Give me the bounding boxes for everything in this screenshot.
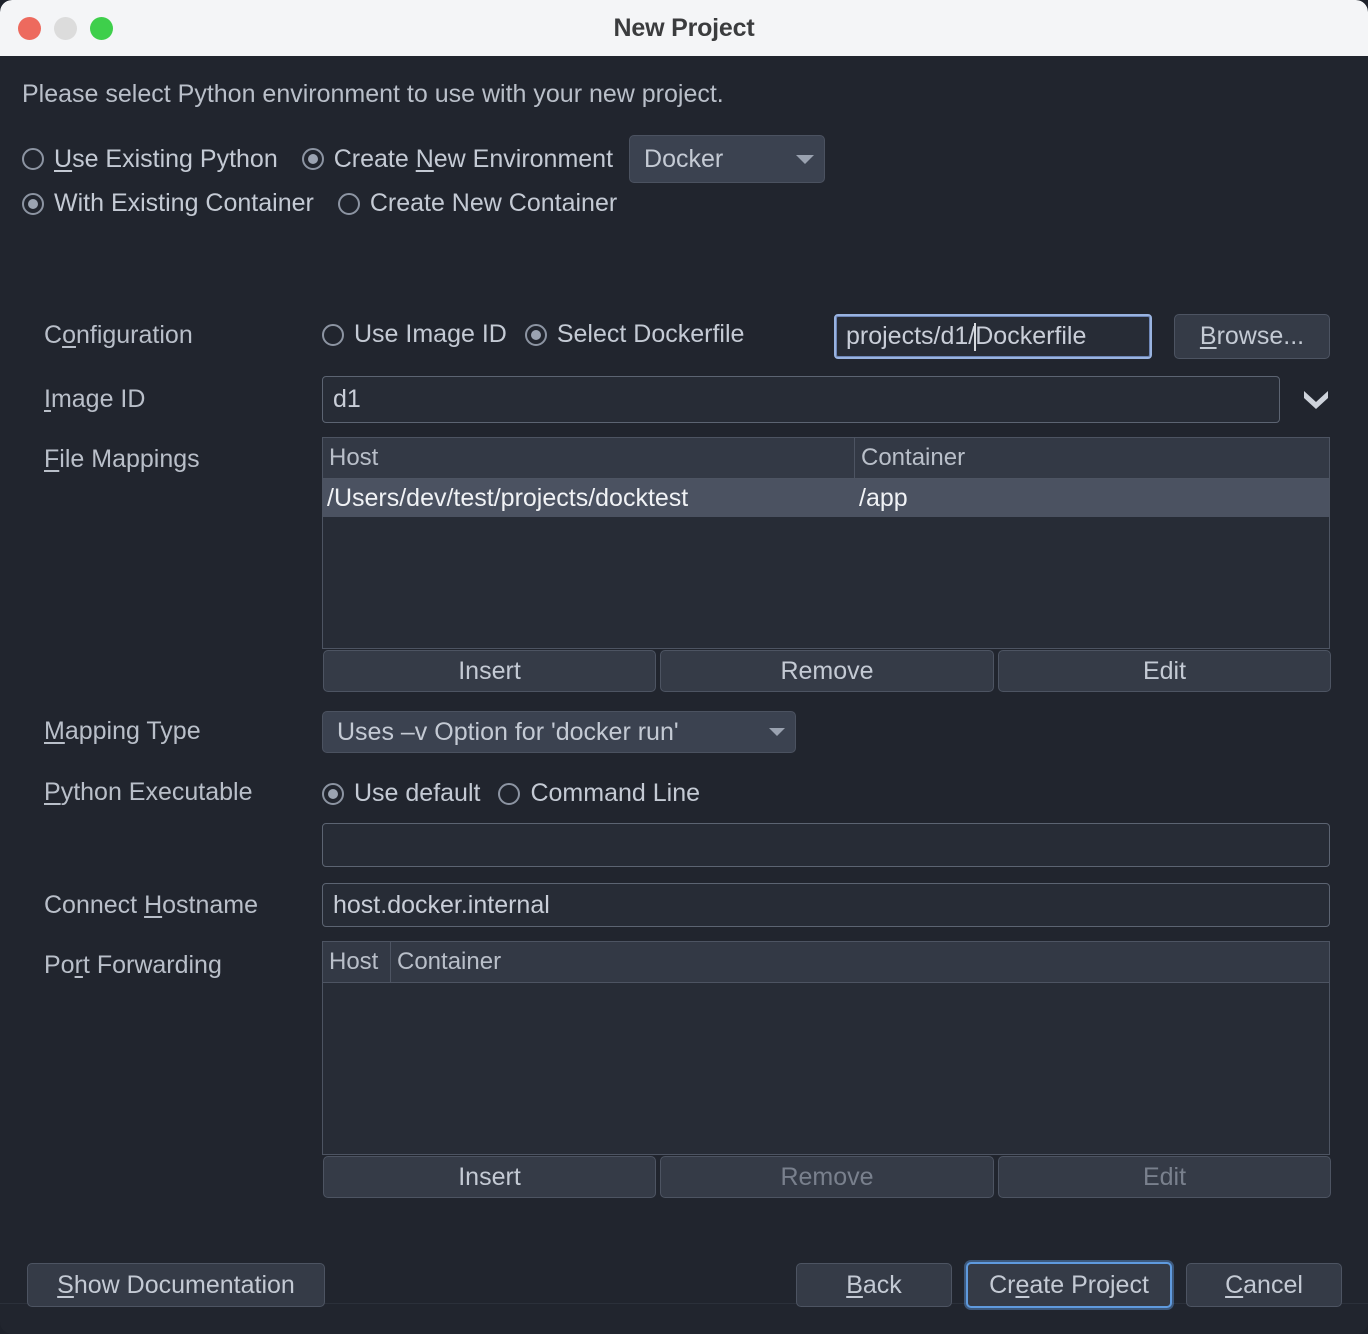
cell-host: /Users/dev/test/projects/docktest bbox=[327, 483, 689, 512]
connect-hostname-value: host.docker.internal bbox=[333, 890, 550, 919]
radio-label-command-line: Command Line bbox=[530, 779, 700, 807]
radio-mark-create-new-environment bbox=[301, 148, 324, 170]
create-project-label: Create Project bbox=[989, 1270, 1149, 1299]
chevron-down-icon[interactable] bbox=[1300, 385, 1332, 413]
file-mappings-remove-button[interactable]: Remove bbox=[660, 650, 994, 692]
radio-label-use-default: Use default bbox=[354, 779, 481, 807]
image-id-value: d1 bbox=[333, 385, 361, 413]
file-mappings-table[interactable]: Host Container /Users/dev/test/projects/… bbox=[322, 437, 1330, 649]
table-row[interactable]: /Users/dev/test/projects/docktest /app bbox=[323, 479, 1329, 517]
configuration-label: Configuration bbox=[44, 321, 193, 349]
radio-mark-use-image-id bbox=[322, 323, 344, 346]
browse-button[interactable]: Browse... bbox=[1174, 314, 1330, 359]
environment-type-value: Docker bbox=[644, 144, 724, 173]
environment-mode-row: Use Existing Python Create New Environme… bbox=[22, 135, 826, 183]
port-forwarding-insert-label: Insert bbox=[458, 1162, 521, 1191]
port-forwarding-label: Port Forwarding bbox=[44, 951, 222, 979]
connect-hostname-input[interactable]: host.docker.internal bbox=[322, 883, 1330, 927]
dockerfile-path-suffix: Dockerfile bbox=[975, 322, 1087, 350]
file-mappings-insert-label: Insert bbox=[458, 656, 521, 685]
chevron-down-icon bbox=[769, 728, 785, 736]
file-mappings-edit-button[interactable]: Edit bbox=[998, 650, 1331, 692]
radio-use-existing-python[interactable]: Use Existing Python bbox=[22, 145, 278, 174]
column-header-host[interactable]: Host bbox=[323, 942, 391, 982]
radio-with-existing-container[interactable]: With Existing Container bbox=[22, 189, 314, 218]
cell-container: /app bbox=[859, 483, 908, 512]
radio-create-new-container[interactable]: Create New Container bbox=[337, 189, 618, 218]
radio-label-use-image-id: Use Image ID bbox=[354, 320, 507, 348]
radio-use-image-id[interactable]: Use Image ID bbox=[322, 320, 507, 349]
dockerfile-path-prefix: projects/d1/ bbox=[846, 322, 976, 350]
radio-label-create-new-environment: Create New Environment bbox=[333, 144, 614, 173]
column-header-container[interactable]: Container bbox=[391, 942, 1329, 982]
mapping-type-label: Mapping Type bbox=[44, 717, 201, 745]
file-mappings-edit-label: Edit bbox=[1142, 656, 1187, 685]
image-id-label: Image ID bbox=[44, 385, 146, 413]
intro-text: Please select Python environment to use … bbox=[22, 80, 724, 108]
radio-label-with-existing-container: With Existing Container bbox=[54, 189, 314, 217]
radio-mark-select-dockerfile bbox=[524, 323, 547, 346]
browse-button-label: Browse... bbox=[1199, 322, 1305, 350]
file-mappings-insert-button[interactable]: Insert bbox=[323, 650, 656, 692]
container-mode-row: With Existing Container Create New Conta… bbox=[22, 189, 617, 218]
python-command-input[interactable] bbox=[322, 823, 1330, 867]
title-bar: New Project bbox=[0, 0, 1368, 56]
port-forwarding-edit-button: Edit bbox=[998, 1156, 1331, 1198]
image-id-input[interactable]: d1 bbox=[322, 376, 1280, 423]
radio-select-dockerfile[interactable]: Select Dockerfile bbox=[524, 320, 745, 349]
python-executable-label: Python Executable bbox=[44, 778, 253, 806]
radio-label-create-new-container: Create New Container bbox=[369, 189, 618, 217]
show-documentation-label: Show Documentation bbox=[57, 1270, 295, 1299]
back-button-label: Back bbox=[846, 1270, 902, 1299]
port-forwarding-insert-button[interactable]: Insert bbox=[323, 1156, 656, 1198]
window-title: New Project bbox=[613, 13, 755, 42]
column-header-host[interactable]: Host bbox=[323, 438, 855, 478]
connect-hostname-label: Connect Hostname bbox=[44, 891, 259, 919]
radio-mark-with-existing-container bbox=[22, 192, 44, 215]
back-button[interactable]: Back bbox=[796, 1263, 952, 1307]
mapping-type-combo[interactable]: Uses –v Option for 'docker run' bbox=[322, 711, 796, 753]
configuration-options: Use Image ID Select Dockerfile bbox=[322, 320, 744, 349]
radio-command-line[interactable]: Command Line bbox=[498, 779, 700, 808]
radio-mark-use-default bbox=[322, 782, 344, 805]
radio-mark-create-new-container bbox=[337, 192, 360, 215]
file-mappings-label: File Mappings bbox=[44, 445, 200, 473]
radio-label-use-existing-python: Use Existing Python bbox=[54, 144, 278, 173]
port-forwarding-remove-button: Remove bbox=[660, 1156, 994, 1198]
port-forwarding-edit-label: Edit bbox=[1142, 1162, 1187, 1191]
mapping-type-value: Uses –v Option for 'docker run' bbox=[337, 717, 679, 746]
create-project-button[interactable]: Create Project bbox=[966, 1262, 1172, 1308]
radio-use-default[interactable]: Use default bbox=[322, 779, 480, 808]
radio-label-select-dockerfile: Select Dockerfile bbox=[556, 320, 745, 348]
cancel-button-label: Cancel bbox=[1225, 1270, 1303, 1299]
dockerfile-path-input[interactable]: projects/d1/Dockerfile bbox=[834, 314, 1152, 359]
port-forwarding-remove-label: Remove bbox=[780, 1162, 874, 1191]
radio-mark-use-existing-python bbox=[22, 148, 44, 170]
python-executable-options: Use default Command Line bbox=[322, 779, 700, 808]
radio-mark-command-line bbox=[498, 782, 521, 805]
environment-type-combo[interactable]: Docker bbox=[629, 135, 826, 183]
file-mappings-remove-label: Remove bbox=[780, 656, 874, 685]
port-forwarding-table[interactable]: Host Container bbox=[322, 941, 1330, 1155]
radio-create-new-environment[interactable]: Create New Environment bbox=[301, 144, 614, 174]
chevron-down-icon bbox=[796, 154, 815, 164]
column-header-container[interactable]: Container bbox=[855, 438, 1329, 478]
cancel-button[interactable]: Cancel bbox=[1186, 1263, 1342, 1307]
new-project-dialog: New Project Please select Python environ… bbox=[0, 0, 1368, 1334]
show-documentation-button[interactable]: Show Documentation bbox=[27, 1263, 325, 1307]
port-forwarding-header: Host Container bbox=[323, 942, 1329, 983]
file-mappings-header: Host Container bbox=[323, 438, 1329, 479]
